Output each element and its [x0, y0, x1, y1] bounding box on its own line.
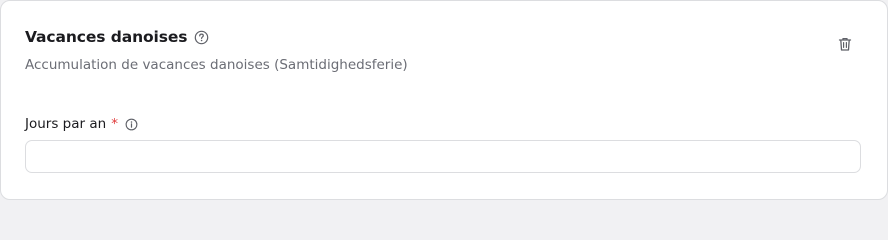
required-marker: *	[111, 116, 118, 132]
trash-icon	[837, 36, 853, 52]
vacances-danoises-card: Vacances danoises Accumulation de vacanc…	[0, 0, 888, 200]
question-circle-icon[interactable]	[194, 30, 209, 45]
delete-button[interactable]	[833, 32, 857, 56]
section-title: Vacances danoises	[25, 28, 188, 46]
days-per-year-label: Jours par an	[25, 116, 107, 132]
section-subtitle: Accumulation de vacances danoises (Samti…	[25, 57, 408, 73]
days-per-year-input[interactable]	[25, 140, 861, 173]
info-circle-icon[interactable]	[125, 118, 138, 131]
section-header: Vacances danoises	[25, 28, 209, 46]
days-per-year-label-row: Jours par an *	[25, 116, 138, 132]
